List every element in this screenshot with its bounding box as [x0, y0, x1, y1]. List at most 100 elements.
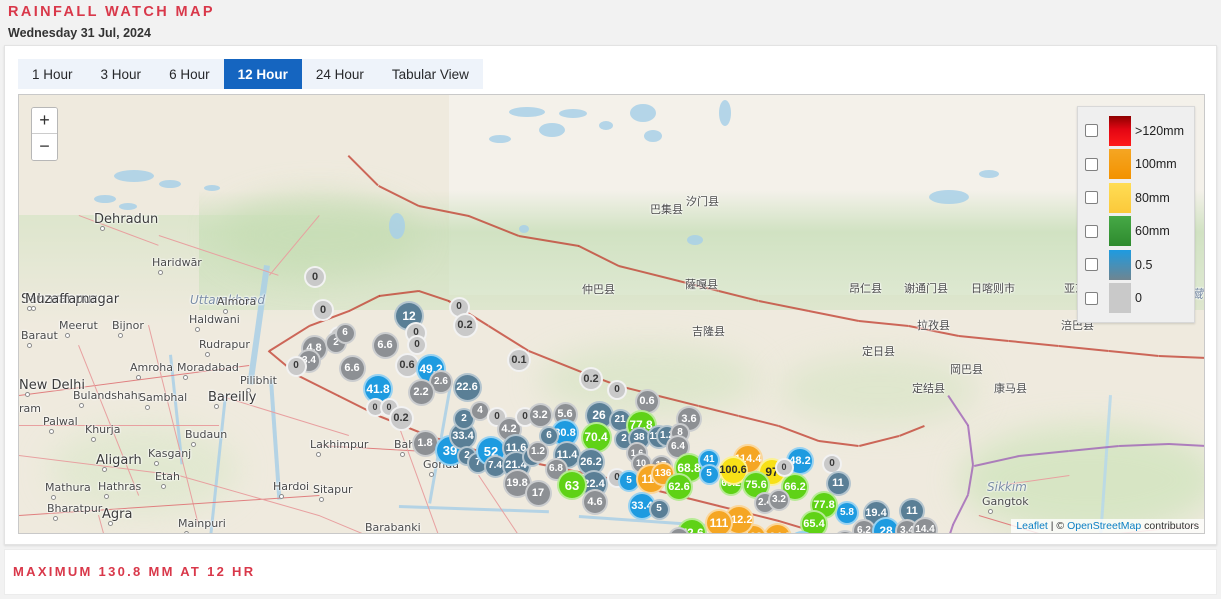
map-place-dot: [988, 509, 993, 514]
map-place-dot: [104, 494, 109, 499]
rainfall-marker[interactable]: 1.2: [527, 441, 549, 463]
rainfall-marker[interactable]: 5: [699, 464, 720, 485]
map-place-label: Agra: [102, 507, 132, 522]
map-lake: [539, 123, 565, 137]
zoom-out-button[interactable]: −: [32, 134, 57, 160]
map-place-label: Meerut: [59, 319, 98, 332]
legend-checkbox[interactable]: [1085, 124, 1098, 137]
legend-label: 0.5: [1135, 258, 1152, 272]
rainfall-marker[interactable]: 22.6: [453, 373, 482, 402]
map-lake: [489, 135, 511, 143]
legend-checkbox[interactable]: [1085, 191, 1098, 204]
rainfall-marker[interactable]: 0.2: [389, 406, 414, 431]
legend-checkbox[interactable]: [1085, 258, 1098, 271]
legend-row: 80mm: [1085, 181, 1184, 215]
legend-label: >120mm: [1135, 124, 1184, 138]
legend-swatch: [1109, 183, 1131, 213]
rainfall-marker[interactable]: 0.2: [579, 367, 603, 391]
rainfall-marker[interactable]: 0.2: [453, 313, 478, 338]
rainfall-marker[interactable]: 0: [775, 458, 794, 477]
map-lake: [599, 121, 613, 130]
rainfall-marker[interactable]: 2.2: [408, 379, 435, 406]
rainfall-marker[interactable]: 0: [607, 380, 627, 400]
map-lake: [389, 213, 405, 239]
map-place-dot: [316, 452, 321, 457]
map-place-label: Kasganj: [148, 447, 191, 460]
rainfall-marker[interactable]: 0: [407, 335, 427, 355]
zoom-control: + −: [31, 107, 58, 161]
rainfall-marker[interactable]: 62.6: [665, 473, 693, 501]
map-place-dot: [429, 472, 434, 477]
legend-row: 60mm: [1085, 215, 1184, 249]
rainfall-marker[interactable]: 0: [312, 299, 334, 321]
map-lake: [687, 235, 703, 245]
map-tiles[interactable]: DehradunSaharanpurHaridwārUttarakhandMuz…: [19, 95, 1204, 533]
map-lake: [979, 170, 999, 178]
map-place-dot: [102, 467, 107, 472]
legend-label: 100mm: [1135, 157, 1177, 171]
map-place-label: Sikkim: [987, 480, 1027, 494]
rainfall-marker[interactable]: 3.2: [528, 403, 553, 428]
map-place-dot: [65, 333, 70, 338]
leaflet-map[interactable]: DehradunSaharanpurHaridwārUttarakhandMuz…: [18, 94, 1205, 534]
tab-12-hour[interactable]: 12 Hour: [224, 59, 302, 89]
maximum-text: MAXIMUM 130.8 MM AT 12 HR: [13, 564, 255, 579]
rainfall-marker[interactable]: 17: [525, 480, 552, 507]
map-lake: [204, 185, 220, 191]
rainfall-marker[interactable]: 6.6: [877, 534, 900, 535]
map-place-label: Dehradun: [94, 212, 158, 227]
map-place-label: Gangtok: [982, 495, 1029, 508]
rainfall-marker[interactable]: 4.6: [582, 489, 608, 515]
map-place-label: 汐门县: [686, 193, 719, 209]
map-place-dot: [100, 226, 105, 231]
map-place-label: 昂仁县: [849, 280, 882, 296]
map-place-label: Bijnor: [112, 319, 144, 332]
rainfall-marker[interactable]: 0.1: [507, 348, 531, 372]
map-place-dot: [195, 327, 200, 332]
leaflet-link[interactable]: Leaflet: [1016, 520, 1048, 532]
map-place-label: Aligarh: [96, 453, 142, 468]
map-place-label: Pilibhit: [240, 374, 277, 387]
map-place-dot: [79, 403, 84, 408]
map-place-dot: [51, 495, 56, 500]
openstreetmap-link[interactable]: OpenStreetMap: [1067, 520, 1141, 532]
map-lake: [119, 203, 137, 210]
legend-row: 100mm: [1085, 148, 1184, 182]
map-place-label: 定结县: [912, 380, 945, 396]
map-place-label: Amroha: [130, 361, 173, 374]
legend-swatch: [1109, 283, 1131, 313]
map-place-label: Barabanki: [365, 521, 421, 534]
rainfall-marker[interactable]: 70.4: [581, 422, 612, 453]
rainfall-marker[interactable]: 6: [335, 323, 356, 344]
map-place-label: 谢通门县: [904, 280, 948, 296]
map-place-label: Haldwani: [189, 313, 240, 326]
tab-24-hour[interactable]: 24 Hour: [302, 59, 378, 89]
map-card: 1 Hour3 Hour6 Hour12 Hour24 HourTabular …: [4, 45, 1217, 545]
tab-6-hour[interactable]: 6 Hour: [155, 59, 224, 89]
rainfall-marker[interactable]: 0: [286, 356, 307, 377]
tab-3-hour[interactable]: 3 Hour: [87, 59, 156, 89]
rainfall-watch-page: RAINFALL WATCH MAP Wednesday 31 Jul, 202…: [0, 0, 1221, 599]
tab-1-hour[interactable]: 1 Hour: [18, 59, 87, 89]
map-place-dot: [25, 392, 30, 397]
rainfall-marker[interactable]: 5: [649, 499, 670, 520]
legend-label: 80mm: [1135, 191, 1170, 205]
map-place-dot: [145, 405, 150, 410]
page-title: RAINFALL WATCH MAP: [8, 4, 215, 20]
tab-tabular-view[interactable]: Tabular View: [378, 59, 483, 89]
map-lake: [719, 100, 731, 126]
rainfall-marker[interactable]: 111: [705, 509, 733, 534]
legend-checkbox[interactable]: [1085, 158, 1098, 171]
rainfall-marker[interactable]: 3.2: [768, 489, 790, 511]
legend-checkbox[interactable]: [1085, 292, 1098, 305]
zoom-in-button[interactable]: +: [32, 108, 57, 134]
rainfall-marker[interactable]: 0: [304, 266, 326, 288]
rainfall-marker[interactable]: 6.6: [372, 332, 399, 359]
legend-swatch: [1109, 216, 1131, 246]
map-green-nw: [219, 195, 419, 275]
rainfall-marker[interactable]: 6.6: [339, 355, 366, 382]
legend-checkbox[interactable]: [1085, 225, 1098, 238]
map-place-label: Bareilly: [208, 390, 256, 405]
map-place-label: Bulandshahr: [73, 389, 142, 402]
map-place-dot: [49, 429, 54, 434]
